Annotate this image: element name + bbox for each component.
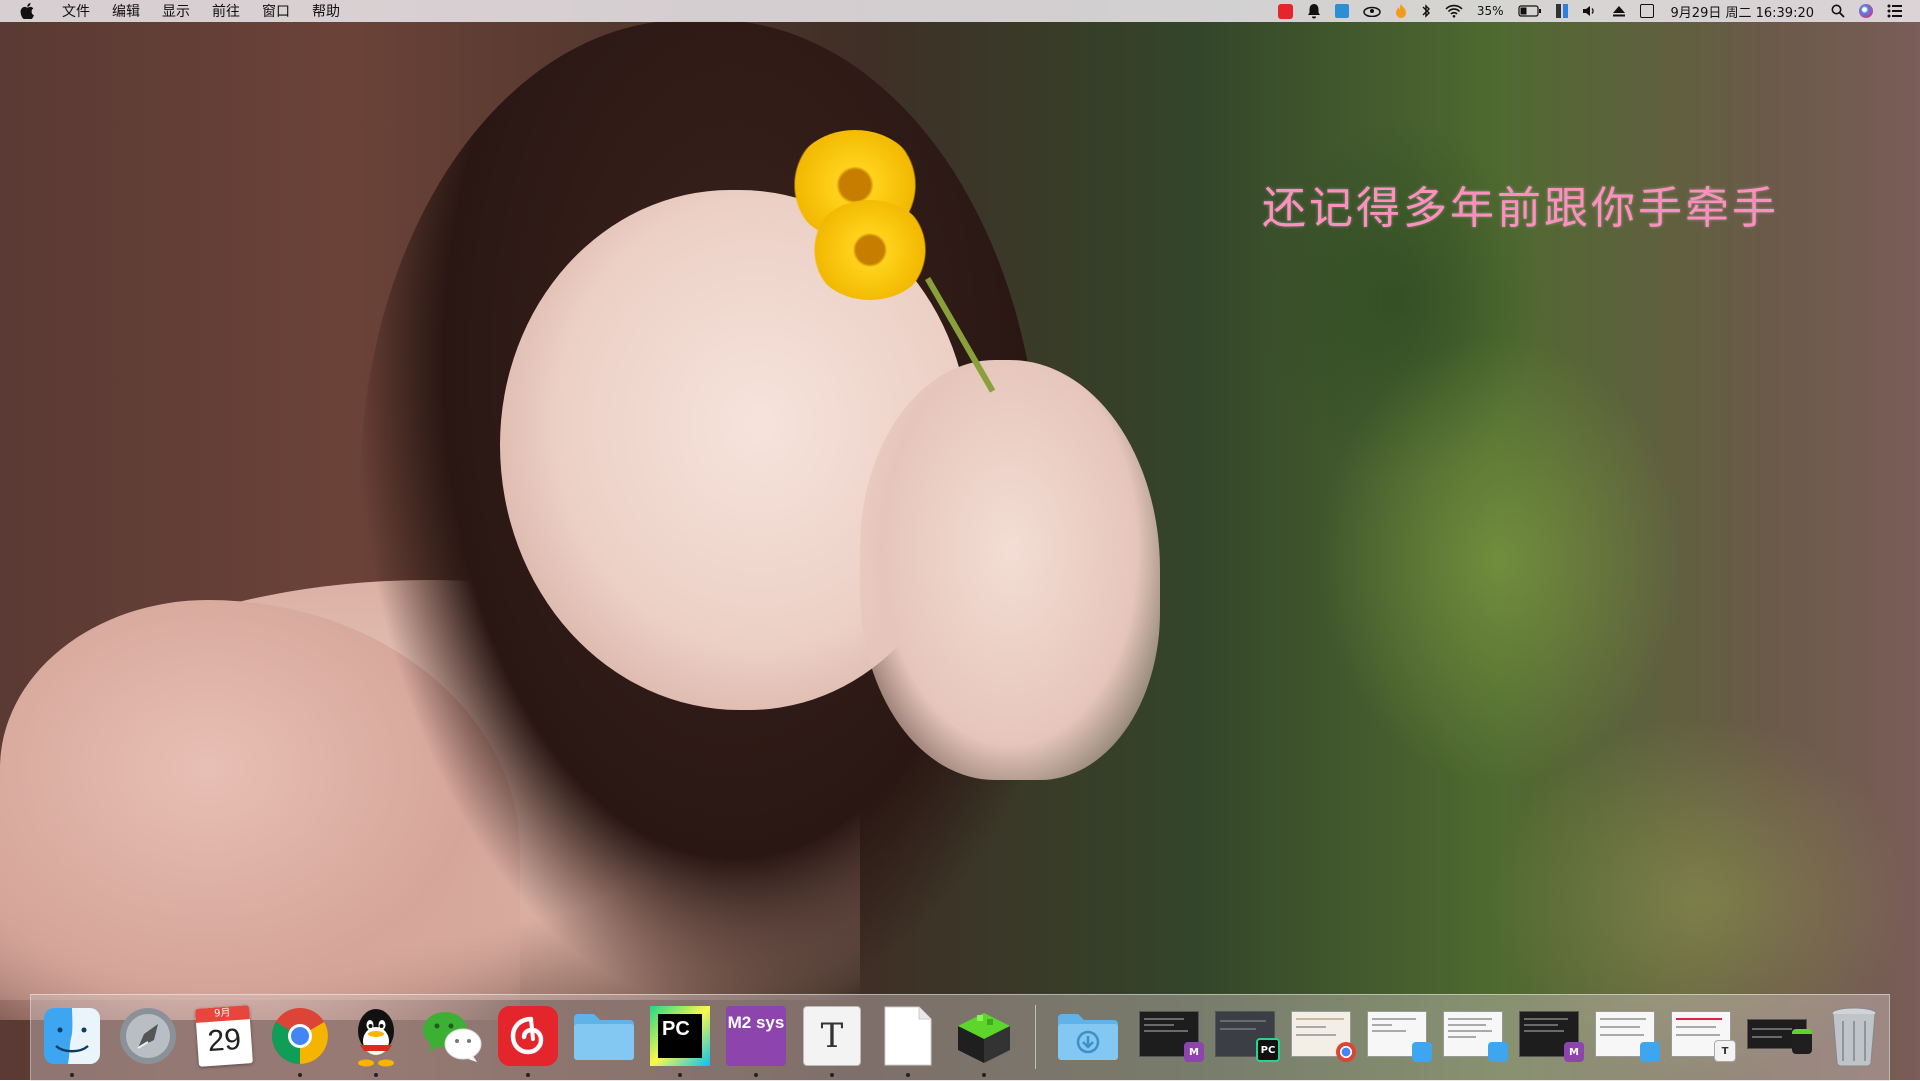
volume-icon[interactable] xyxy=(1582,0,1598,22)
qq-bell-icon[interactable] xyxy=(1307,0,1321,22)
typora-badge-icon: T xyxy=(1714,1040,1736,1062)
window-thumb-msys[interactable]: M xyxy=(1519,1011,1584,1062)
wifi-icon[interactable] xyxy=(1445,0,1463,22)
flame-icon[interactable] xyxy=(1395,0,1407,22)
calendar-day: 29 xyxy=(206,1022,243,1059)
downloads-folder-icon[interactable] xyxy=(1055,1003,1121,1069)
folder-icon[interactable] xyxy=(571,1003,637,1069)
dock-separator xyxy=(1035,1005,1036,1069)
flower-icon xyxy=(810,200,930,300)
window-thumb-chrome[interactable] xyxy=(1291,1011,1356,1062)
notification-center-icon[interactable] xyxy=(1887,0,1903,22)
msys2-badge-icon: M xyxy=(1564,1042,1584,1062)
siri-icon[interactable] xyxy=(1859,0,1873,22)
running-indicator xyxy=(830,1073,834,1077)
chrome-badge-icon xyxy=(1336,1042,1356,1062)
finder-badge-icon xyxy=(1640,1042,1660,1062)
msys2-badge-icon: M xyxy=(1184,1042,1204,1062)
input-switch-icon[interactable] xyxy=(1555,0,1568,22)
running-indicator xyxy=(678,1073,682,1077)
running-indicator xyxy=(298,1073,302,1077)
minecraft-block-icon[interactable] xyxy=(951,1003,1017,1077)
minecraft-badge-icon xyxy=(1792,1029,1812,1054)
finder-badge-icon xyxy=(1412,1042,1432,1062)
menu-go[interactable]: 前往 xyxy=(212,1,240,21)
blank-document-icon[interactable] xyxy=(875,1003,941,1077)
menu-view[interactable]: 显示 xyxy=(162,1,190,21)
eject-icon[interactable] xyxy=(1612,0,1626,22)
window-thumb-typora[interactable]: T xyxy=(1671,1011,1736,1062)
menu-file[interactable]: 文件 xyxy=(62,1,90,21)
menubar-clock[interactable]: 9月29日 周二 16:39:20 xyxy=(1671,2,1814,21)
wallpaper-hand xyxy=(860,360,1160,780)
ime-icon[interactable] xyxy=(1639,0,1654,22)
msys2-icon[interactable]: M2 sys xyxy=(723,1003,789,1077)
wallpaper-caption: 还记得多年前跟你手牵手 xyxy=(1262,183,1779,234)
pycharm-icon[interactable]: PC xyxy=(647,1003,713,1077)
battery-icon[interactable] xyxy=(1517,0,1542,22)
desktop-wallpaper xyxy=(0,0,1920,1080)
menu-window[interactable]: 窗口 xyxy=(262,1,290,21)
calendar-icon[interactable]: 9月 29 xyxy=(191,1003,257,1069)
wechat-icon[interactable] xyxy=(419,1003,485,1069)
running-indicator xyxy=(982,1073,986,1077)
window-thumb-minecraft[interactable] xyxy=(1747,1019,1812,1054)
dock: 9月 29 PC M2 sys T M PC M T xyxy=(30,994,1890,1081)
translate-icon[interactable] xyxy=(1334,0,1349,22)
typora-label: T xyxy=(803,1006,861,1066)
window-thumb-terminal[interactable]: M xyxy=(1139,1011,1204,1062)
running-indicator xyxy=(526,1073,530,1077)
running-indicator xyxy=(754,1073,758,1077)
running-indicator xyxy=(906,1073,910,1077)
window-thumb-finder-3[interactable] xyxy=(1595,1011,1660,1062)
typora-icon[interactable]: T xyxy=(799,1003,865,1077)
menu-edit[interactable]: 编辑 xyxy=(112,1,140,21)
cloud-icon[interactable] xyxy=(1363,0,1381,22)
battery-percent: 35% xyxy=(1476,4,1504,18)
trash-icon[interactable] xyxy=(1821,1003,1887,1069)
chrome-icon[interactable] xyxy=(267,1003,333,1077)
search-icon[interactable] xyxy=(1831,0,1845,22)
bluetooth-icon[interactable] xyxy=(1421,0,1431,22)
pycharm-label: PC xyxy=(658,1014,702,1058)
netease-music-icon[interactable] xyxy=(1277,0,1293,22)
menu-help[interactable]: 帮助 xyxy=(312,1,340,21)
finder-icon[interactable] xyxy=(39,1003,105,1077)
finder-badge-icon xyxy=(1488,1042,1508,1062)
launchpad-icon[interactable] xyxy=(115,1003,181,1069)
pycharm-badge-icon: PC xyxy=(1256,1038,1280,1062)
window-thumb-finder-1[interactable] xyxy=(1367,1011,1432,1062)
netease-music-icon[interactable] xyxy=(495,1003,561,1077)
qq-icon[interactable] xyxy=(343,1003,409,1077)
running-indicator xyxy=(374,1073,378,1077)
apple-icon[interactable] xyxy=(14,3,40,19)
running-indicator xyxy=(70,1073,74,1077)
window-thumb-finder-2[interactable] xyxy=(1443,1011,1508,1062)
msys2-label: M2 sys xyxy=(726,1006,786,1066)
window-thumb-pycharm[interactable]: PC xyxy=(1215,1011,1280,1062)
menu-bar: 文件 编辑 显示 前往 窗口 帮助 35% 9月29日 周二 16:39:20 xyxy=(0,0,1920,22)
